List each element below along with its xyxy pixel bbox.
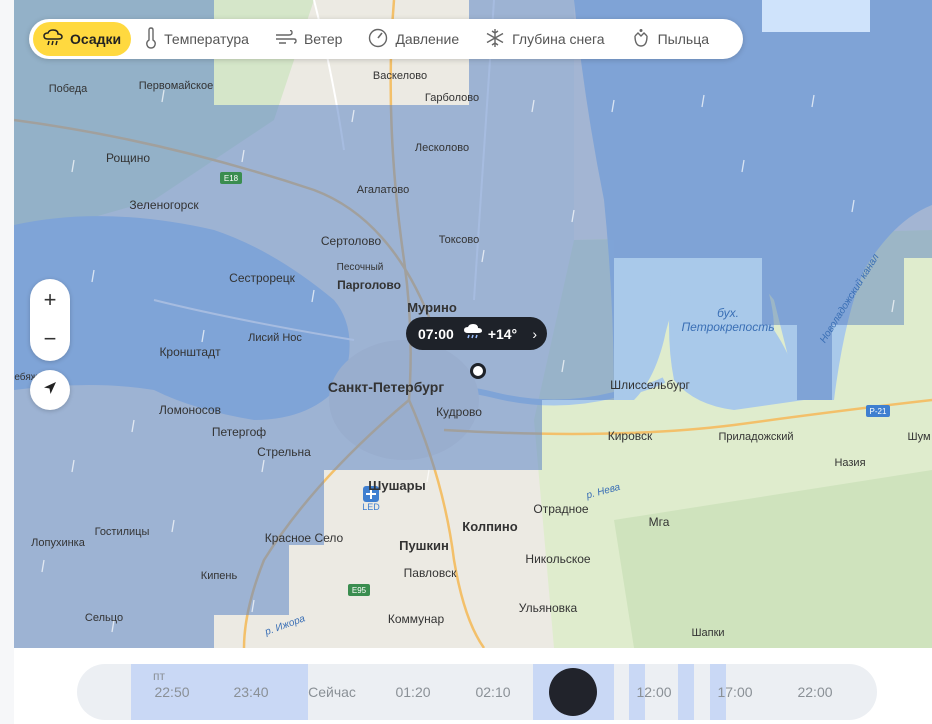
tab-precipitation[interactable]: Осадки (33, 22, 132, 56)
place-label: Кипень (201, 570, 238, 582)
tab-label: Пыльца (657, 31, 710, 47)
place-label: Шапки (691, 627, 724, 639)
svg-text:E18: E18 (224, 174, 239, 183)
place-label: Отрадное (533, 502, 588, 516)
svg-text:P-21: P-21 (870, 407, 887, 416)
tab-label: Температура (164, 31, 249, 47)
road-shield-p21: P-21 (866, 405, 890, 417)
pollen-icon (631, 28, 651, 51)
place-label: Колпино (462, 519, 518, 534)
zoom-controls: + − (30, 279, 70, 361)
chevron-right-icon: › (532, 325, 537, 342)
place-label: Лесколово (415, 142, 469, 154)
popup-temperature: +14° (487, 325, 518, 342)
place-label: Лисий Нос (248, 332, 302, 344)
place-label: Ульяновка (519, 601, 578, 615)
tab-label: Осадки (70, 31, 122, 47)
layer-tabs: Осадки Температура Ветер Давление Глубин… (29, 19, 743, 59)
timeline-precip-segment (678, 664, 694, 720)
place-label: Пушкин (399, 538, 449, 553)
snowflake-icon (485, 28, 505, 51)
tab-pressure[interactable]: Давление (356, 22, 471, 56)
place-label: Гарболово (425, 92, 479, 104)
tab-temperature[interactable]: Температура (133, 22, 261, 56)
zoom-in-button[interactable]: + (30, 280, 70, 320)
svg-text:E95: E95 (352, 586, 367, 595)
place-label: Парголово (337, 278, 401, 292)
place-label: Лопухинка (31, 537, 86, 549)
left-edge-strip (0, 0, 14, 724)
tab-snow-depth[interactable]: Глубина снега (473, 22, 616, 56)
road-shield-e95: E95 (348, 584, 370, 596)
place-label: Шлиссельбург (610, 378, 690, 392)
wind-icon (275, 29, 297, 49)
rain-cloud-icon (463, 323, 483, 344)
water-label: бух. (717, 306, 739, 320)
place-label: Рощино (106, 151, 150, 165)
zoom-out-button[interactable]: − (30, 319, 70, 359)
place-label: Сельцо (85, 612, 123, 624)
place-label: Мурино (407, 300, 457, 315)
place-label: Петергоф (212, 425, 266, 439)
place-label: Победа (49, 83, 88, 95)
timeline-knob[interactable] (549, 668, 597, 716)
thermometer-icon (145, 26, 157, 52)
pressure-gauge-icon (368, 28, 388, 51)
place-label: Ломоносов (159, 403, 221, 417)
airport-code: LED (362, 502, 380, 512)
place-label: Сестрорецк (229, 271, 295, 285)
tab-label: Глубина снега (512, 31, 605, 47)
locate-me-button[interactable] (30, 370, 70, 410)
navigation-arrow-icon (42, 380, 58, 401)
tab-pollen[interactable]: Пыльца (619, 22, 721, 56)
popup-time: 07:00 (418, 325, 454, 342)
place-label: Кронштадт (159, 345, 221, 359)
location-marker[interactable] (470, 363, 486, 379)
place-label: Санкт-Петербург (328, 379, 445, 395)
place-label: Шушары (368, 478, 425, 493)
timeline-time-label[interactable]: 02:10 (475, 684, 510, 700)
tab-wind[interactable]: Ветер (263, 22, 355, 56)
timeline-time-label[interactable]: 17:00 (717, 684, 752, 700)
water-label: Петрокрепость (681, 320, 774, 334)
road-shield-e18: E18 (220, 172, 242, 184)
timeline-slider[interactable]: пт 22:50 23:40 Сейчас 01:20 02:10 12:00 … (77, 664, 877, 720)
place-label: Зеленогорск (129, 198, 199, 212)
place-label: Агалатово (357, 184, 409, 196)
place-label: Павловск (404, 566, 457, 580)
precipitation-icon (43, 28, 63, 50)
place-label: Кировск (608, 429, 653, 443)
place-label: Назия (834, 457, 865, 469)
place-label: Токсово (439, 234, 480, 246)
place-label: Гостилицы (95, 526, 150, 538)
place-label: Мга (649, 515, 670, 529)
tab-label: Ветер (303, 31, 343, 47)
place-label: Васкелово (373, 70, 427, 82)
place-label: Стрельна (257, 445, 311, 459)
timeline-time-label[interactable]: 23:40 (233, 684, 268, 700)
place-label: Песочный (337, 262, 384, 273)
timeline-time-label[interactable]: 12:00 (636, 684, 671, 700)
timeline-time-label[interactable]: 22:00 (797, 684, 832, 700)
place-label: Кудрово (436, 405, 482, 419)
place-label: Шум (907, 431, 930, 443)
tab-label: Давление (395, 31, 460, 47)
place-label: Приладожский (718, 431, 793, 443)
place-label: Красное Село (265, 531, 344, 545)
timeline-day-label: пт (153, 669, 165, 683)
place-label: Первомайское (139, 80, 213, 92)
place-label: Сертолово (321, 234, 382, 248)
place-label: Коммунар (388, 612, 445, 626)
place-label: Никольское (525, 552, 590, 566)
timeline-time-label[interactable]: 01:20 (395, 684, 430, 700)
timeline-now-label[interactable]: Сейчас (308, 684, 356, 700)
weather-popup[interactable]: 07:00 +14° › (406, 317, 547, 350)
timeline-time-label[interactable]: 22:50 (154, 684, 189, 700)
